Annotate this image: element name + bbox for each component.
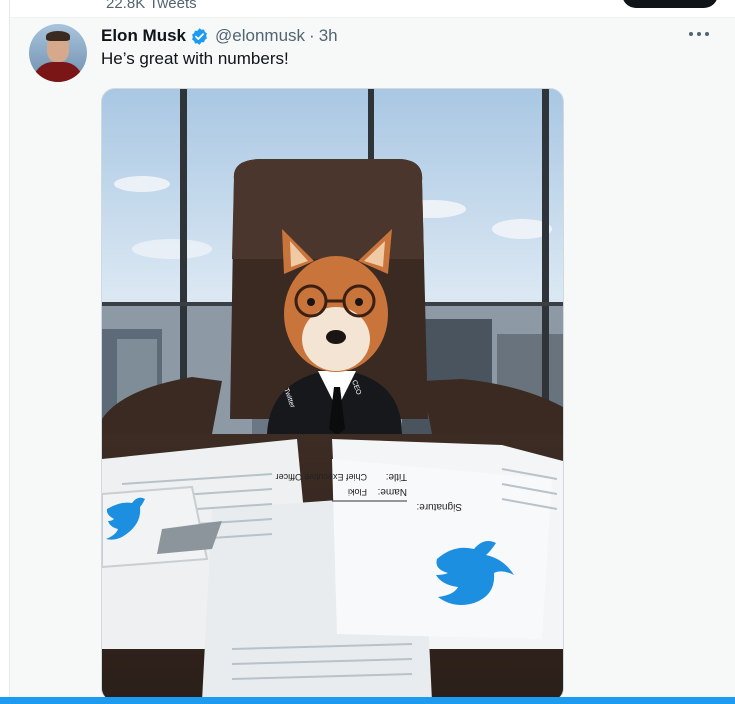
tweet-timestamp[interactable]: 3h xyxy=(319,26,338,46)
tweet-text: He’s great with numbers! xyxy=(101,49,289,68)
verified-badge-icon xyxy=(190,27,209,46)
left-gutter xyxy=(0,0,10,704)
more-dot xyxy=(689,32,693,36)
more-dot xyxy=(697,32,701,36)
doc-name-value: Floki xyxy=(348,487,367,497)
media-illustration: Signature: Name: Floki Title: Chief Exec… xyxy=(102,89,563,701)
tweet-media-image[interactable]: Signature: Name: Floki Title: Chief Exec… xyxy=(101,88,564,702)
doc-signature-label: Signature: xyxy=(416,501,462,512)
more-dot xyxy=(705,32,709,36)
doc-title-value: Chief Executive Officer xyxy=(276,472,367,482)
doc-title-label: Title: xyxy=(386,471,407,482)
avatar[interactable] xyxy=(29,24,87,82)
doc-name-label: Name: xyxy=(378,486,407,497)
avatar-hair xyxy=(46,31,70,41)
author-handle[interactable]: @elonmusk xyxy=(215,26,305,46)
page: 22.8K Tweets Elon Musk @elonmusk · 3h He… xyxy=(0,0,735,704)
tweets-count: 22.8K Tweets xyxy=(106,0,197,12)
tweet-author-row: Elon Musk @elonmusk · 3h xyxy=(101,25,338,47)
bottom-progress-bar xyxy=(0,697,735,704)
author-display-name[interactable]: Elon Musk xyxy=(101,26,186,46)
tweet[interactable]: Elon Musk @elonmusk · 3h He’s great with… xyxy=(10,18,735,702)
avatar-shirt xyxy=(33,62,83,82)
paper-contract xyxy=(332,459,552,639)
more-horizontal-icon[interactable] xyxy=(686,24,712,44)
profile-header: 22.8K Tweets xyxy=(10,0,735,18)
separator-dot: · xyxy=(309,26,315,45)
follow-button[interactable] xyxy=(622,0,718,8)
